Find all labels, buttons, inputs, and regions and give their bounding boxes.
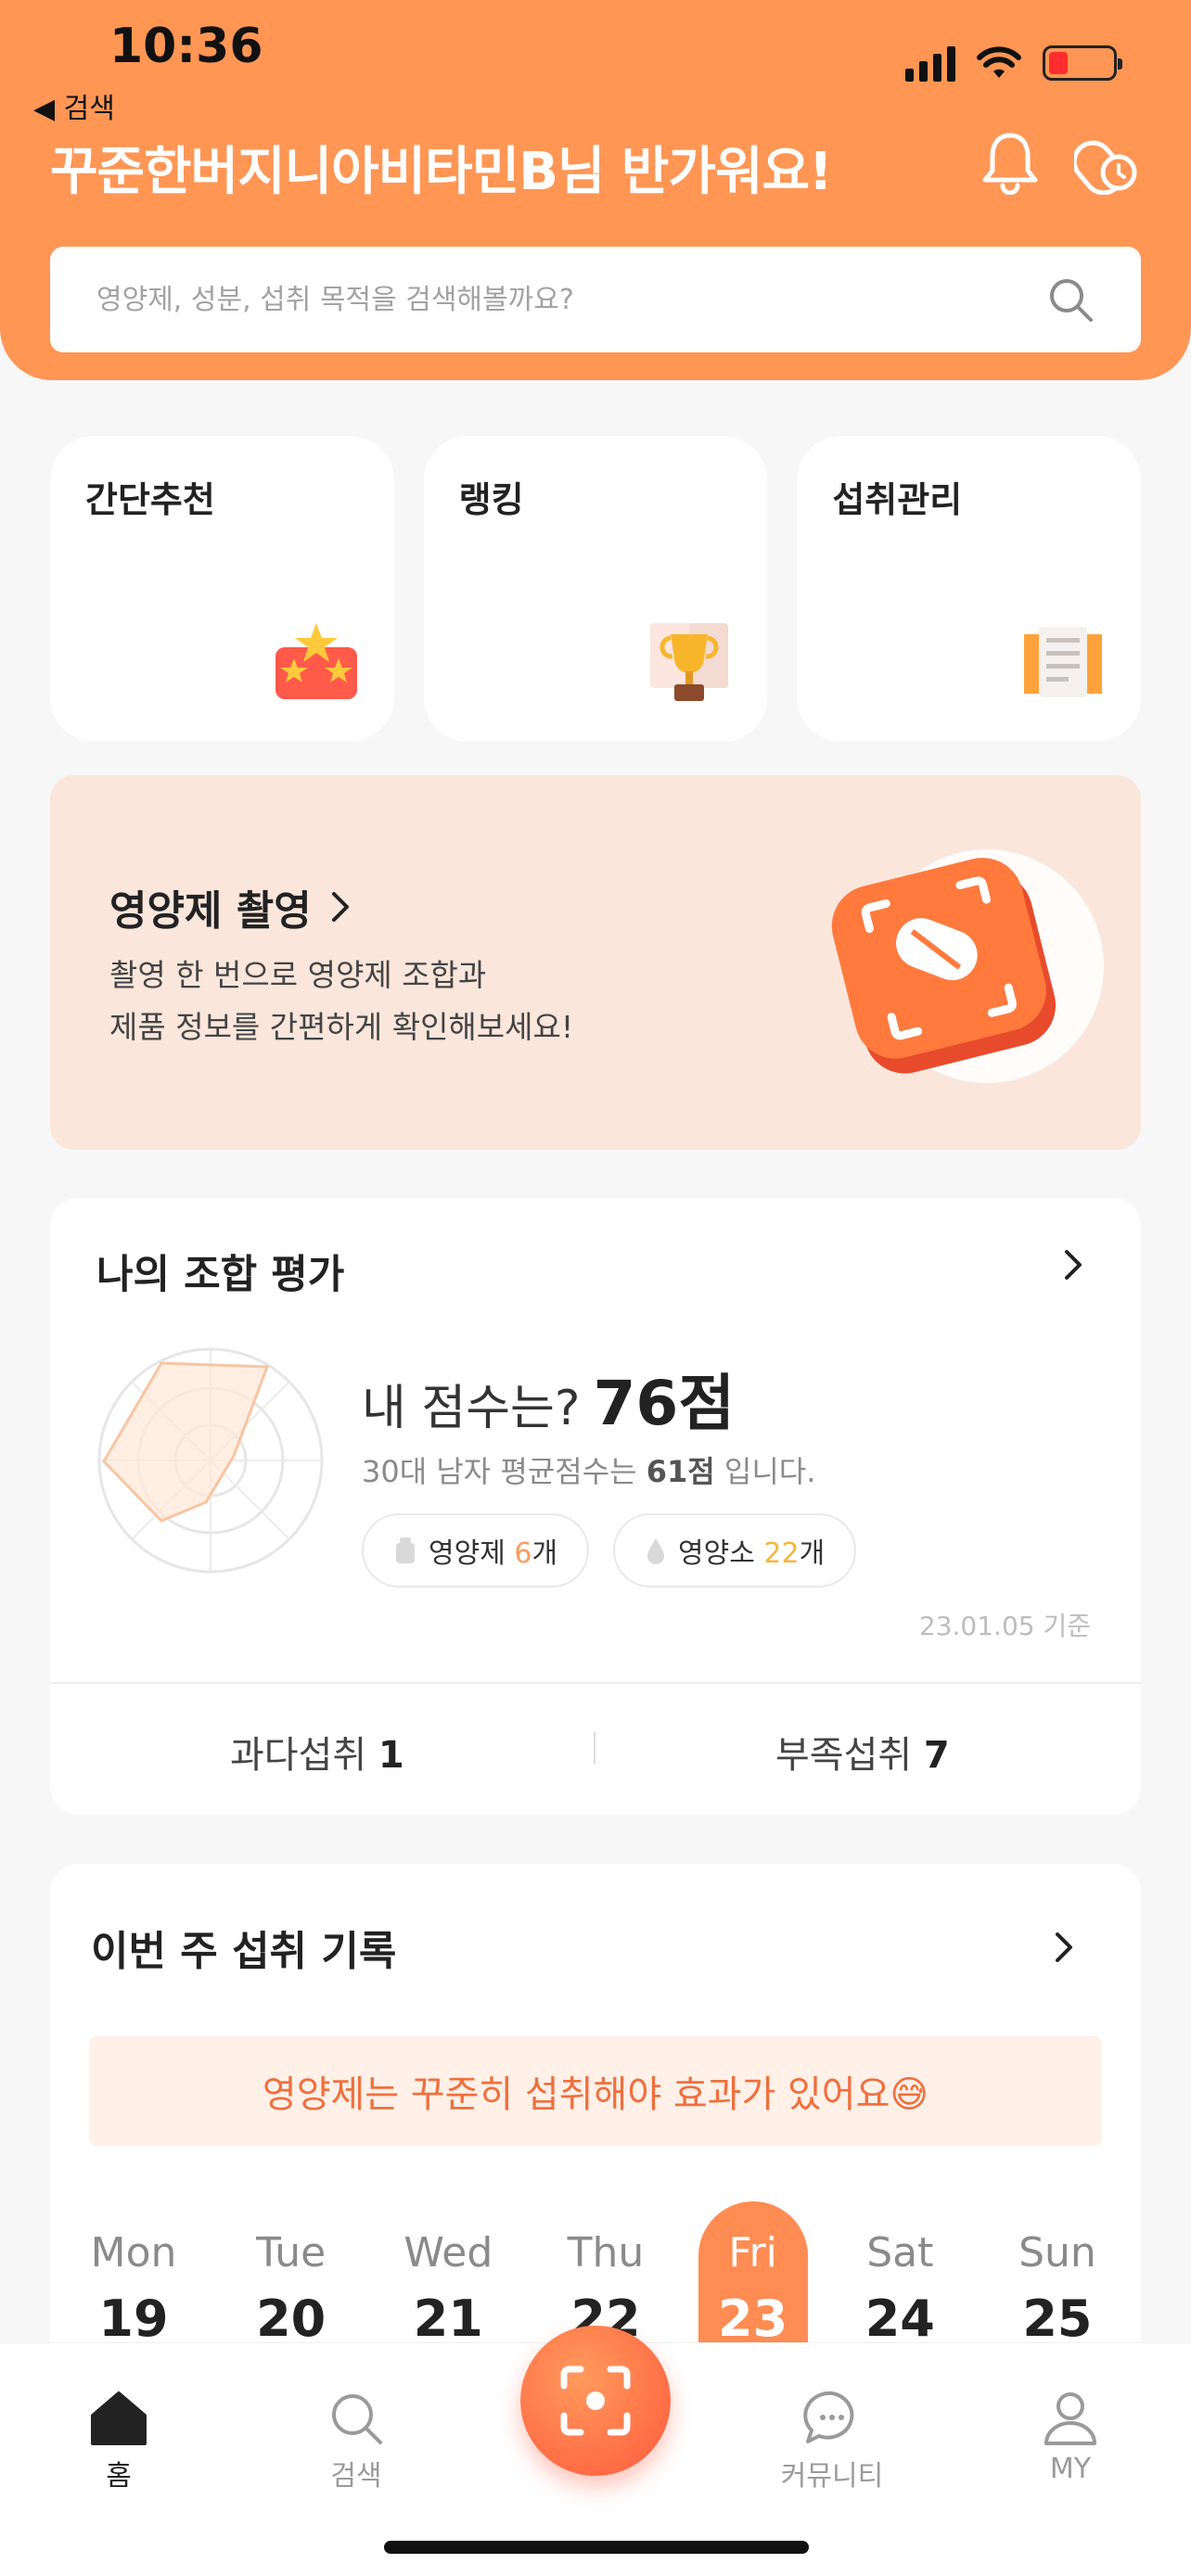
tab-my[interactable]: MY (996, 2390, 1145, 2485)
nutrient-chip-unit: 개 (799, 1537, 826, 1570)
trophy-icon (650, 623, 729, 701)
nutrient-chip-count: 22 (763, 1537, 800, 1570)
pill-camera-icon (831, 849, 1104, 1083)
chevron-right-icon[interactable] (1061, 1246, 1085, 1283)
home-icon (91, 2391, 147, 2445)
search-bar[interactable] (50, 247, 1141, 352)
day-name: Wed (403, 2229, 493, 2276)
nutrient-chip-label: 영양소 (678, 1537, 764, 1570)
score-card-title: 나의 조합 평가 (96, 1252, 345, 1298)
banner-desc-line1: 촬영 한 번으로 영양제 조합과 (109, 957, 487, 993)
average-score-text: 30대 남자 평균점수는 61점 입니다. (362, 1448, 815, 1491)
tab-community-label: 커뮤니티 (780, 2460, 884, 2493)
score-line: 내 점수는? 76점 (362, 1354, 735, 1443)
nutrient-count-chip[interactable]: 영양소 22개 (613, 1513, 857, 1588)
home-indicator (384, 2541, 809, 2554)
supplement-chip-label: 영양제 (429, 1537, 515, 1570)
battery-icon (1043, 45, 1122, 81)
day-name: Sun (1018, 2229, 1096, 2276)
under-intake-label: 부족섭취 (775, 1734, 924, 1777)
under-intake-button[interactable]: 부족섭취 7 (775, 1725, 950, 1779)
day-number: 20 (256, 2289, 327, 2348)
day-number: 21 (413, 2289, 483, 2348)
avg-value: 61점 (646, 1454, 715, 1489)
wifi-icon (977, 46, 1021, 78)
tab-search[interactable]: 검색 (282, 2390, 430, 2493)
day-name: Mon (90, 2229, 177, 2276)
bottle-icon (396, 1537, 415, 1563)
notebook-icon (1024, 627, 1103, 697)
quick-card-intake[interactable]: 섭취관리 (797, 436, 1142, 742)
quick-menu: 간단추천 랭킹 섭취관리 (50, 436, 1142, 742)
avg-prefix: 30대 남자 평균점수는 (362, 1454, 647, 1489)
over-intake-label: 과다섭취 (230, 1734, 378, 1777)
over-intake-button[interactable]: 과다섭취 1 (230, 1725, 404, 1779)
supplement-chip-count: 6 (514, 1537, 532, 1570)
user-icon (1044, 2392, 1096, 2445)
camera-scan-button[interactable] (520, 2326, 671, 2476)
avg-suffix: 입니다. (714, 1454, 816, 1489)
quick-card-ranking[interactable]: 랭킹 (423, 436, 768, 742)
battery-level (1049, 52, 1068, 74)
intake-notice: 영양제는 꾸준히 섭취해야 효과가 있어요😅 (89, 2036, 1102, 2146)
count-chips: 영양제 6개 영양소 22개 (362, 1513, 857, 1588)
banner-title-text: 영양제 촬영 (109, 887, 312, 935)
greeting-title: 꾸준한버지니아비타민B님 반가워요! (50, 142, 833, 202)
scan-icon (560, 2366, 631, 2436)
score-question: 내 점수는? (362, 1381, 581, 1436)
supplement-chip-unit: 개 (531, 1537, 558, 1570)
status-time: 10:36 (109, 19, 263, 74)
search-icon (332, 2394, 382, 2444)
radar-chart-icon (97, 1347, 324, 1574)
quick-card-label: 간단추천 (85, 479, 215, 520)
supplement-count-chip[interactable]: 영양제 6개 (362, 1513, 590, 1588)
stars-icon (275, 623, 357, 699)
week-card-title: 이번 주 섭취 기록 (91, 1928, 397, 1975)
back-to-search-link[interactable]: ◀ 검색 (33, 85, 115, 126)
search-input[interactable] (96, 283, 1028, 316)
day-number: 24 (864, 2289, 935, 2348)
chevron-right-icon[interactable] (1052, 1929, 1076, 1966)
under-intake-count: 7 (923, 1734, 950, 1777)
banner-desc-line2: 제품 정보를 간편하게 확인해보세요! (109, 1009, 574, 1045)
day-number: 25 (1022, 2289, 1093, 2348)
bell-icon[interactable] (980, 130, 1041, 195)
pill-clock-icon[interactable] (1074, 128, 1141, 195)
over-intake-count: 1 (378, 1734, 404, 1777)
day-name: Sat (866, 2229, 934, 2276)
chevron-right-icon (331, 892, 349, 922)
banner-title: 영양제 촬영 (109, 877, 352, 937)
quick-card-label: 랭킹 (458, 479, 524, 520)
search-icon[interactable] (1046, 275, 1095, 324)
drop-icon (647, 1538, 665, 1564)
divider (594, 1732, 596, 1764)
as-of-date: 23.01.05 기준 (918, 1611, 1091, 1641)
header: 10:36 ◀ 검색 꾸준한버지니아비타민B님 반가워요! (0, 0, 1191, 380)
banner-description: 촬영 한 번으로 영양제 조합과 제품 정보를 간편하게 확인해보세요! (109, 950, 573, 1053)
quick-card-recommend[interactable]: 간단추천 (50, 436, 394, 742)
day-name: Tue (256, 2229, 327, 2276)
day-name: Fri (728, 2229, 777, 2276)
day-name: Thu (567, 2229, 645, 2276)
tab-home-label: 홈 (106, 2460, 132, 2493)
status-icons (905, 45, 1122, 82)
signal-icon (905, 45, 955, 82)
tab-community[interactable]: 커뮤니티 (758, 2390, 906, 2493)
score-value: 76점 (593, 1368, 736, 1439)
combination-score-card[interactable]: 나의 조합 평가 내 점수는? 76점 30대 남자 평균점수는 61점 입니다… (50, 1198, 1141, 1815)
photo-banner[interactable]: 영양제 촬영 촬영 한 번으로 영양제 조합과 제품 정보를 간편하게 확인해보… (50, 775, 1141, 1150)
chat-bubble-icon (803, 2391, 854, 2443)
day-number: 23 (718, 2289, 788, 2348)
tab-search-label: 검색 (330, 2460, 382, 2493)
tab-home[interactable]: 홈 (45, 2390, 193, 2493)
day-number: 19 (98, 2289, 169, 2348)
tab-my-label: MY (1049, 2453, 1092, 2485)
divider (50, 1682, 1141, 1684)
quick-card-label: 섭취관리 (832, 479, 963, 520)
